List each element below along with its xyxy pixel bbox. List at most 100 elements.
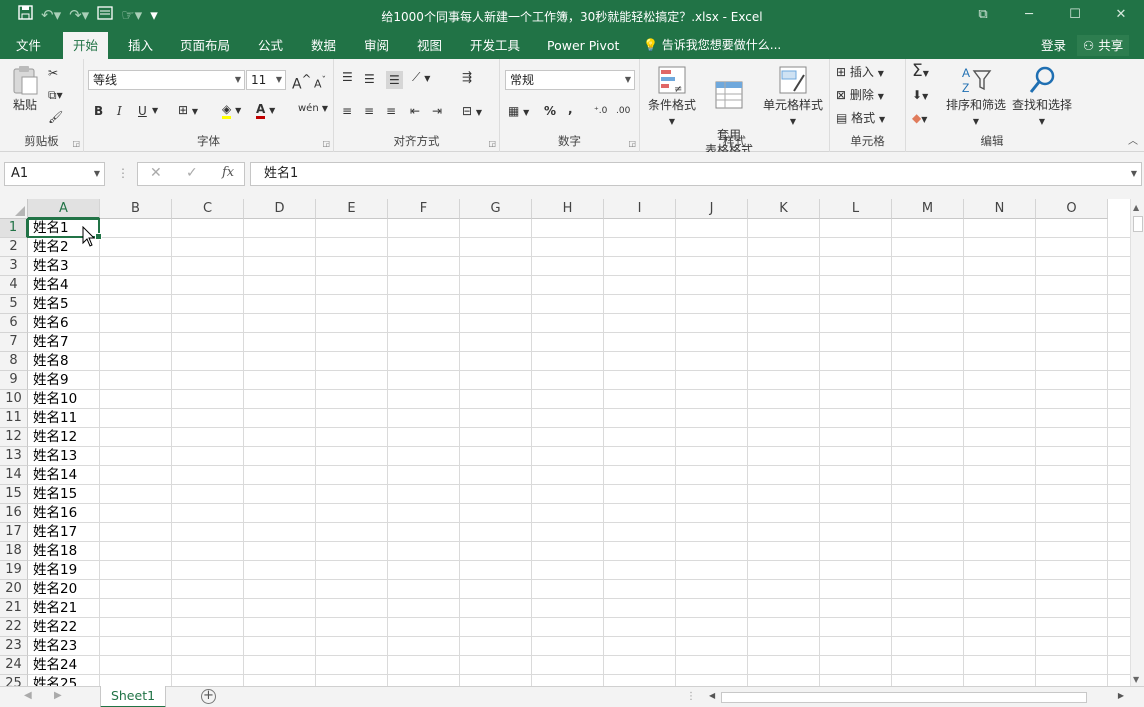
row-header[interactable]: 1 — [0, 219, 28, 238]
shrink-font-button[interactable]: Aˇ — [314, 73, 326, 93]
sheet-prev-icon[interactable]: ◀ — [24, 690, 32, 701]
row-header[interactable]: 9 — [0, 371, 28, 390]
tab-review[interactable]: 审阅 — [364, 32, 389, 59]
column-header[interactable]: G — [460, 199, 532, 219]
align-middle-icon[interactable]: ☰ — [364, 71, 375, 87]
tab-page-layout[interactable]: 页面布局 — [180, 32, 230, 59]
empty-cells[interactable] — [100, 504, 1130, 523]
cell-a[interactable]: 姓名9 — [28, 371, 100, 390]
tab-home[interactable]: 开始 — [63, 32, 109, 59]
font-color-icon[interactable]: A ▼ — [256, 101, 275, 119]
column-header[interactable]: O — [1036, 199, 1108, 219]
cut-icon[interactable]: ✂ — [48, 65, 58, 81]
empty-cells[interactable] — [100, 352, 1130, 371]
scroll-up-icon[interactable]: ▲ — [1133, 203, 1139, 212]
cell-a[interactable]: 姓名20 — [28, 580, 100, 599]
empty-cells[interactable] — [100, 390, 1130, 409]
empty-cells[interactable] — [100, 276, 1130, 295]
worksheet-grid[interactable]: ABCDEFGHIJKLMNO 1 姓名1 2 姓名2 3 姓名3 4 姓名4 5 姓名5 6 姓名6… — [0, 199, 1130, 686]
insert-function-icon[interactable]: fx — [222, 165, 234, 180]
wrap-text-icon[interactable]: ⇶ — [462, 69, 472, 85]
cell-a[interactable]: 姓名19 — [28, 561, 100, 580]
row-header[interactable]: 21 — [0, 599, 28, 618]
sheet-tab[interactable]: Sheet1 — [100, 686, 166, 707]
row-header[interactable]: 4 — [0, 276, 28, 295]
column-header[interactable]: N — [964, 199, 1036, 219]
cell-a[interactable]: 姓名21 — [28, 599, 100, 618]
copy-icon[interactable]: ⧉▾ — [48, 87, 63, 103]
collapse-ribbon-icon[interactable]: ︿ — [1128, 132, 1138, 147]
empty-cells[interactable] — [100, 599, 1130, 618]
formula-input[interactable]: 姓名1 ▼ — [250, 162, 1142, 186]
cell-a[interactable]: 姓名14 — [28, 466, 100, 485]
column-header[interactable]: C — [172, 199, 244, 219]
empty-cells[interactable] — [100, 295, 1130, 314]
tab-split-handle[interactable]: ⋮ — [686, 691, 696, 702]
tab-view[interactable]: 视图 — [417, 32, 442, 59]
row-header[interactable]: 24 — [0, 656, 28, 675]
find-select-button[interactable]: 查找和选择 ▼ — [1010, 65, 1074, 129]
empty-cells[interactable] — [100, 219, 1130, 238]
empty-cells[interactable] — [100, 675, 1130, 686]
column-header[interactable]: M — [892, 199, 964, 219]
bold-button[interactable]: B — [94, 103, 103, 119]
column-header[interactable]: B — [100, 199, 172, 219]
maximize-icon[interactable]: ☐ — [1052, 0, 1098, 30]
align-center-icon[interactable]: ≡ — [364, 103, 374, 119]
italic-button[interactable]: I — [117, 103, 122, 119]
cell-a[interactable]: 姓名6 — [28, 314, 100, 333]
delete-cells-button[interactable]: ⊠ 删除 ▼ — [836, 87, 884, 105]
tab-insert[interactable]: 插入 — [128, 32, 153, 59]
font-name-combo[interactable]: 等线 ▼ — [88, 70, 245, 90]
format-painter-icon[interactable]: 🖌 — [48, 109, 63, 125]
grow-font-button[interactable]: A^ — [292, 71, 311, 93]
row-header[interactable]: 5 — [0, 295, 28, 314]
cell-a[interactable]: 姓名15 — [28, 485, 100, 504]
add-sheet-icon[interactable]: + — [201, 689, 216, 704]
empty-cells[interactable] — [100, 637, 1130, 656]
vertical-scrollbar[interactable]: ▲ ▼ — [1130, 199, 1144, 686]
row-header[interactable]: 22 — [0, 618, 28, 637]
minimize-icon[interactable]: ─ — [1006, 0, 1052, 30]
empty-cells[interactable] — [100, 257, 1130, 276]
empty-cells[interactable] — [100, 580, 1130, 599]
scroll-left-icon[interactable]: ◀ — [709, 691, 715, 700]
fill-icon[interactable]: ⬇▼ — [912, 87, 928, 105]
row-header[interactable]: 18 — [0, 542, 28, 561]
cell-a[interactable]: 姓名5 — [28, 295, 100, 314]
ribbon-display-options-icon[interactable]: ⧉ — [960, 0, 1006, 30]
empty-cells[interactable] — [100, 561, 1130, 580]
name-box[interactable]: A1 ▼ — [4, 162, 105, 186]
increase-indent-icon[interactable]: ⇥ — [432, 103, 442, 119]
column-header[interactable]: F — [388, 199, 460, 219]
tab-power-pivot[interactable]: Power Pivot — [547, 32, 619, 59]
font-size-combo[interactable]: 11 ▼ — [246, 70, 286, 90]
dialog-launcher-icon[interactable]: ◲ — [488, 139, 496, 148]
scroll-right-icon[interactable]: ▶ — [1118, 691, 1124, 700]
column-header[interactable]: K — [748, 199, 820, 219]
row-header[interactable]: 20 — [0, 580, 28, 599]
row-header[interactable]: 15 — [0, 485, 28, 504]
empty-cells[interactable] — [100, 466, 1130, 485]
empty-cells[interactable] — [100, 371, 1130, 390]
expand-formula-bar-icon[interactable]: ▼ — [1131, 163, 1137, 185]
empty-cells[interactable] — [100, 485, 1130, 504]
cell-a[interactable]: 姓名18 — [28, 542, 100, 561]
orientation-icon[interactable]: ⟋ ▼ — [412, 69, 430, 87]
decrease-decimal-icon[interactable]: .00 — [616, 103, 630, 119]
tab-file[interactable]: 文件 — [16, 32, 41, 59]
underline-dropdown-icon[interactable]: ▼ — [152, 103, 158, 119]
empty-cells[interactable] — [100, 447, 1130, 466]
empty-cells[interactable] — [100, 333, 1130, 352]
column-header[interactable]: I — [604, 199, 676, 219]
column-header[interactable]: J — [676, 199, 748, 219]
select-all-button[interactable] — [0, 199, 28, 219]
cell-a[interactable]: 姓名3 — [28, 257, 100, 276]
dialog-launcher-icon[interactable]: ◲ — [72, 139, 80, 148]
row-header[interactable]: 13 — [0, 447, 28, 466]
cell-a[interactable]: 姓名8 — [28, 352, 100, 371]
column-header[interactable]: D — [244, 199, 316, 219]
horizontal-scroll-thumb[interactable] — [721, 692, 1087, 703]
dialog-launcher-icon[interactable]: ◲ — [322, 139, 330, 148]
row-header[interactable]: 3 — [0, 257, 28, 276]
